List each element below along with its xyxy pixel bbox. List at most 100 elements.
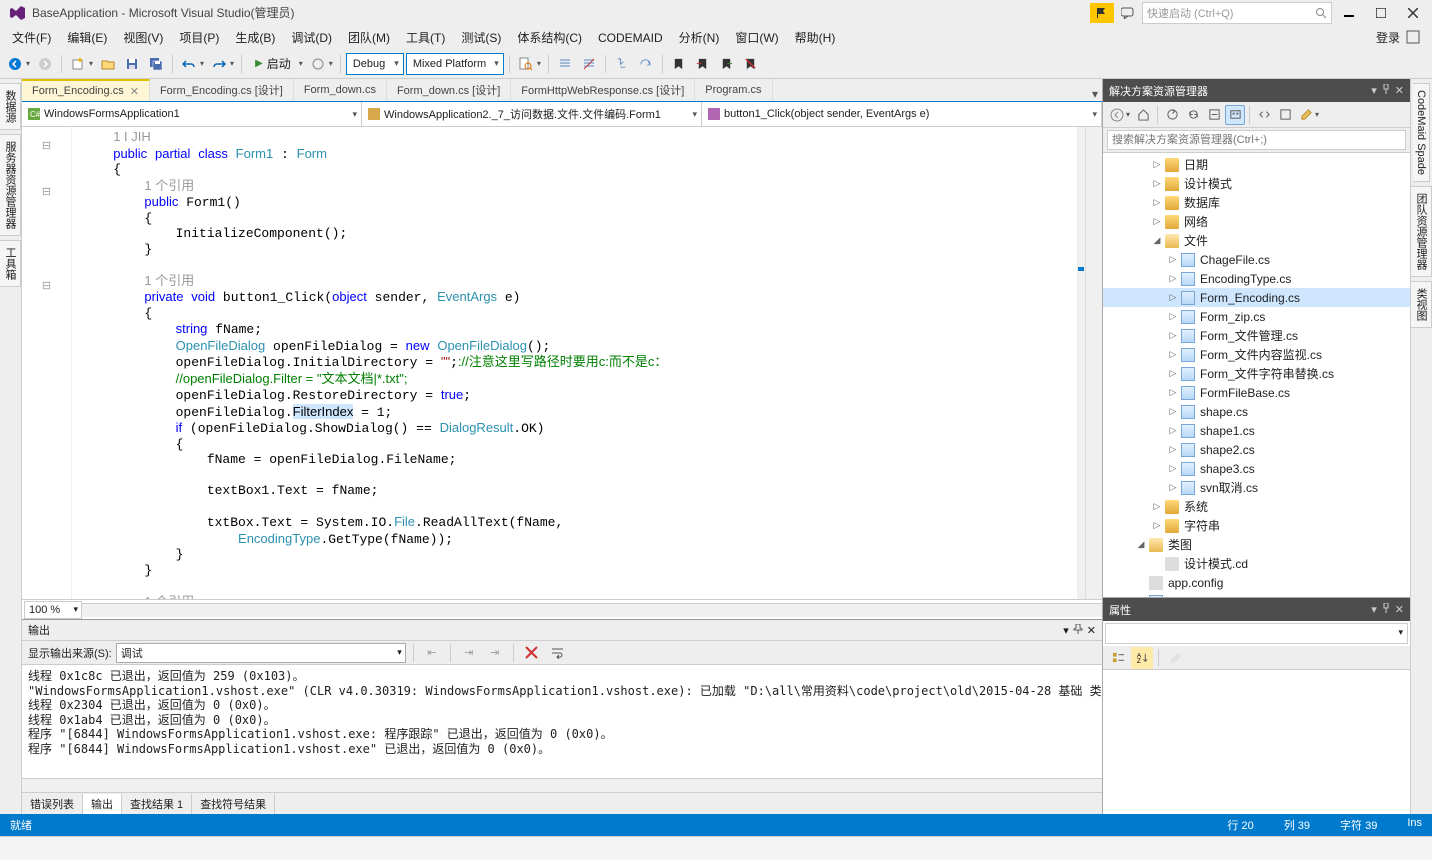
sol-show-all-button[interactable]: [1225, 105, 1245, 125]
chevron-down-icon[interactable]: ◢: [1135, 539, 1147, 551]
sol-collapse-button[interactable]: [1204, 105, 1224, 125]
menu-体系结构[interactable]: 体系结构(C): [509, 29, 590, 47]
menu-CODEMAID[interactable]: CODEMAID: [590, 29, 671, 47]
chevron-right-icon[interactable]: ▷: [1151, 501, 1163, 513]
nav-back-button[interactable]: [4, 53, 26, 75]
tree-item[interactable]: ▷Form_文件管理.cs: [1103, 326, 1410, 345]
tree-item[interactable]: ▷EncodingType.cs: [1103, 269, 1410, 288]
chevron-right-icon[interactable]: ▷: [1167, 311, 1179, 323]
sol-view-code-button[interactable]: [1254, 105, 1274, 125]
props-alphabetical-button[interactable]: AZ: [1131, 647, 1153, 669]
panel-pin-icon[interactable]: [1381, 603, 1391, 616]
chevron-right-icon[interactable]: ▷: [1151, 197, 1163, 209]
chevron-right-icon[interactable]: [1135, 577, 1147, 589]
quick-launch-input[interactable]: 快速启动 (Ctrl+Q): [1142, 2, 1332, 24]
panel-close-icon[interactable]: ✕: [1395, 603, 1404, 616]
undo-button[interactable]: [178, 53, 200, 75]
sign-in-link[interactable]: 登录: [1376, 29, 1400, 46]
doc-tab[interactable]: Form_Encoding.cs✕: [22, 79, 150, 101]
editor-content[interactable]: 1 I JIH public partial class Form1 : For…: [72, 127, 1077, 599]
sol-view-designer-button[interactable]: [1275, 105, 1295, 125]
output-wrap-button[interactable]: [547, 642, 569, 664]
chevron-right-icon[interactable]: ▷: [1167, 254, 1179, 266]
tree-item[interactable]: ▷日期: [1103, 155, 1410, 174]
bottom-tab[interactable]: 查找符号结果: [192, 794, 275, 814]
nav-forward-button[interactable]: [34, 53, 56, 75]
menu-测试[interactable]: 测试(S): [453, 29, 509, 47]
tree-item[interactable]: ▷FormFileBase.cs: [1103, 383, 1410, 402]
panel-dropdown-icon[interactable]: ▾: [1063, 624, 1069, 637]
menu-窗口[interactable]: 窗口(W): [727, 29, 786, 47]
close-button[interactable]: [1398, 3, 1428, 23]
redo-dropdown[interactable]: ▾: [230, 59, 236, 68]
bottom-tab[interactable]: 输出: [83, 794, 122, 814]
doc-tab[interactable]: Form_down.cs: [294, 79, 387, 101]
editor-h-scrollbar[interactable]: [82, 603, 1102, 617]
menu-生成[interactable]: 生成(B): [227, 29, 283, 47]
bookmark-clear-button[interactable]: [740, 53, 762, 75]
step-into-button[interactable]: [611, 53, 633, 75]
output-h-scrollbar[interactable]: [22, 778, 1102, 792]
solution-tree[interactable]: ▷日期▷设计模式▷数据库▷网络◢文件▷ChageFile.cs▷Encoding…: [1103, 153, 1410, 597]
new-project-button[interactable]: [67, 53, 89, 75]
doc-tab[interactable]: FormHttpWebResponse.cs [设计]: [511, 79, 695, 101]
chevron-right-icon[interactable]: ▷: [1167, 349, 1179, 361]
sol-home-button[interactable]: [1133, 105, 1153, 125]
rail-tab[interactable]: 服务器资源管理器: [0, 134, 21, 236]
editor-scrollbar[interactable]: [1085, 127, 1102, 599]
chevron-right-icon[interactable]: ▷: [1151, 178, 1163, 190]
tree-item[interactable]: app.config: [1103, 573, 1410, 592]
chevron-right-icon[interactable]: ▷: [1151, 520, 1163, 532]
feedback-icon[interactable]: [1116, 3, 1140, 23]
chevron-right-icon[interactable]: ▷: [1167, 273, 1179, 285]
chevron-right-icon[interactable]: ▷: [1167, 387, 1179, 399]
tree-item[interactable]: ▷系统: [1103, 497, 1410, 516]
save-all-button[interactable]: [145, 53, 167, 75]
menu-项目[interactable]: 项目(P): [171, 29, 227, 47]
redo-button[interactable]: [208, 53, 230, 75]
menu-调试[interactable]: 调试(D): [283, 29, 340, 47]
minimize-button[interactable]: [1334, 3, 1364, 23]
open-file-button[interactable]: [97, 53, 119, 75]
tree-item[interactable]: 设计模式.cd: [1103, 554, 1410, 573]
step-over-button[interactable]: [635, 53, 657, 75]
rail-tab[interactable]: 类视图: [1411, 281, 1432, 328]
chevron-down-icon[interactable]: ◢: [1151, 235, 1163, 247]
menu-帮助[interactable]: 帮助(H): [787, 29, 844, 47]
tree-item[interactable]: ▷Form_Encoding.cs: [1103, 288, 1410, 307]
nav-back-dropdown[interactable]: ▾: [26, 59, 32, 68]
start-dropdown[interactable]: ▾: [299, 59, 305, 68]
output-clear-button[interactable]: [521, 642, 543, 664]
chevron-right-icon[interactable]: ▷: [1167, 425, 1179, 437]
chevron-right-icon[interactable]: [1151, 558, 1163, 570]
scope-selector[interactable]: C# WindowsFormsApplication1: [22, 102, 362, 126]
chevron-right-icon[interactable]: ▷: [1167, 482, 1179, 494]
menu-团队[interactable]: 团队(M): [340, 29, 398, 47]
menu-分析[interactable]: 分析(N): [671, 29, 728, 47]
panel-dropdown-icon[interactable]: ▾: [1371, 603, 1377, 616]
chevron-right-icon[interactable]: ▷: [1167, 444, 1179, 456]
panel-pin-icon[interactable]: [1073, 624, 1083, 637]
tree-item[interactable]: ▷Form_zip.cs: [1103, 307, 1410, 326]
rail-tab[interactable]: 工具箱: [0, 240, 21, 287]
close-icon[interactable]: ✕: [130, 85, 139, 98]
tab-overflow-button[interactable]: ▾: [1088, 87, 1102, 101]
tree-item[interactable]: ▷字符串: [1103, 516, 1410, 535]
rail-tab[interactable]: 团队资源管理器: [1411, 186, 1432, 277]
notification-flag-icon[interactable]: [1090, 3, 1114, 23]
tree-item[interactable]: ▷shape.cs: [1103, 402, 1410, 421]
code-editor[interactable]: ⊟ ⊟ ⊟ 1 I JIH public partial class Form1…: [22, 127, 1102, 599]
output-find-first[interactable]: ⇥: [458, 642, 480, 664]
tree-item[interactable]: ◢类图: [1103, 535, 1410, 554]
chevron-right-icon[interactable]: ▷: [1151, 216, 1163, 228]
tree-item[interactable]: ▷svn取消.cs: [1103, 478, 1410, 497]
maximize-button[interactable]: [1366, 3, 1396, 23]
uncomment-button[interactable]: [578, 53, 600, 75]
platform-selector[interactable]: Mixed Platform: [406, 53, 504, 75]
browser-select-button[interactable]: [307, 53, 329, 75]
config-selector[interactable]: Debug: [346, 53, 404, 75]
sol-sync-button[interactable]: [1162, 105, 1182, 125]
output-source-selector[interactable]: 调试: [116, 643, 406, 663]
sol-refresh-button[interactable]: [1183, 105, 1203, 125]
panel-close-icon[interactable]: ✕: [1395, 84, 1404, 97]
